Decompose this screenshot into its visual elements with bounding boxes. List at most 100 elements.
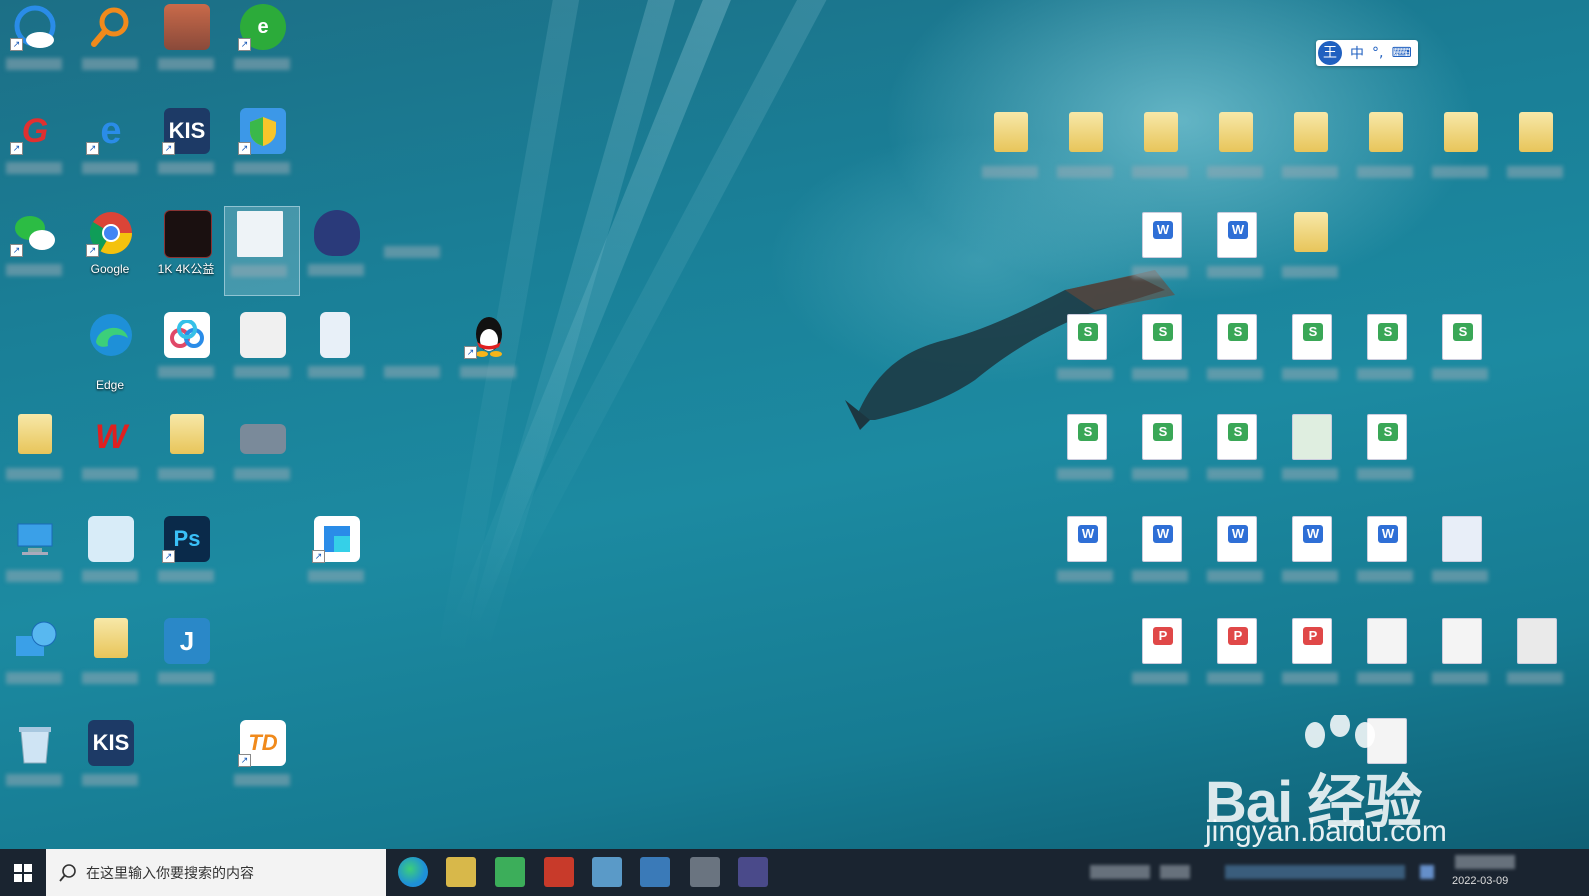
desktop-folder[interactable] [1201,108,1269,204]
desktop-word-doc[interactable]: W [1276,512,1344,608]
desktop-folder[interactable] [76,614,144,710]
control-panel-icon [88,516,134,562]
ime-logo-icon[interactable]: 王 [1318,41,1342,65]
desktop-icon-photoshop[interactable]: Ps ↗ [152,512,220,608]
desktop-icon-edge[interactable]: Edge [76,308,144,404]
ime-mode-toggle[interactable]: 中 [1350,43,1364,63]
desktop-icon-wechat[interactable]: ↗ [0,206,68,302]
blurred-label [1132,266,1188,278]
desktop-folder[interactable] [1426,108,1494,204]
desktop-image-file[interactable] [1276,410,1344,506]
desktop-pdf[interactable]: P [1201,614,1269,710]
desktop-icon-baidu-netdisk[interactable] [152,308,220,404]
ime-punct-toggle[interactable]: °, [1372,45,1383,61]
desktop-icon-network[interactable] [0,614,68,710]
desktop-spreadsheet[interactable]: S [1201,410,1269,506]
blurred-label [1057,468,1113,480]
desktop-icon-photo[interactable] [228,410,296,506]
desktop-word-doc[interactable]: W [1126,512,1194,608]
desktop-icon-spreadsheet-thumb[interactable] [228,308,296,404]
desktop-pdf[interactable]: P [1126,614,1194,710]
desktop-folder[interactable] [0,410,68,506]
taskbar-app-icon[interactable] [495,857,525,887]
desktop-icon-this-pc[interactable] [0,512,68,608]
desktop-icon-chrome[interactable]: ↗ Google [76,206,144,302]
clock-date[interactable]: 2022-03-09 [1452,875,1508,887]
desktop-spreadsheet[interactable]: S [1351,410,1419,506]
desktop-icon-red-g-app[interactable]: G ↗ [0,104,68,200]
desktop-pdf[interactable]: P [1276,614,1344,710]
desktop-spreadsheet[interactable]: S [1351,310,1419,406]
start-button[interactable] [0,849,46,896]
desktop-icon-selected-doc[interactable] [224,206,300,296]
desktop-word-doc[interactable]: W [1201,208,1269,304]
desktop-icon-hidden-app[interactable] [378,308,446,404]
taskbar-app-icon[interactable] [690,857,720,887]
desktop-icon-qq[interactable]: ↗ [454,308,522,404]
blurred-label [158,366,214,378]
desktop-word-doc[interactable]: W [1051,512,1119,608]
desktop-folder[interactable] [1051,108,1119,204]
desktop-icon-video-site[interactable]: 1K 4K公益 [152,206,220,302]
desktop-folder[interactable] [1501,108,1569,204]
desktop-folder[interactable] [976,108,1044,204]
desktop-icon-search-tool[interactable] [76,0,144,96]
tray-icons[interactable] [1160,865,1190,879]
taskbar-app-icon[interactable] [640,857,670,887]
desktop-word-doc[interactable]: W [1201,512,1269,608]
pdf-icon: P [1292,618,1332,664]
desktop-icon-ie-browser[interactable]: e ↗ [228,0,296,96]
taskbar-search-box[interactable]: 在这里输入你要搜索的内容 [46,849,386,896]
desktop-spreadsheet[interactable]: S [1426,310,1494,406]
blurred-label [1432,368,1488,380]
taskbar-app-icon[interactable] [738,857,768,887]
desktop-spreadsheet[interactable]: S [1126,410,1194,506]
desktop-icon-kis-2[interactable]: KIS [76,716,144,812]
desktop-spreadsheet[interactable]: S [1201,310,1269,406]
desktop-folder[interactable] [1276,108,1344,204]
desktop-icon-control-panel[interactable] [76,512,144,608]
blurred-label [82,162,138,174]
taskbar-app-icon[interactable] [592,857,622,887]
desktop-word-doc[interactable]: W [1126,208,1194,304]
desktop-icon-id-card[interactable] [302,308,370,404]
tray-icons[interactable] [1225,865,1405,879]
desktop-icon-kis[interactable]: KIS ↗ [152,104,220,200]
spreadsheet-icon: S [1142,314,1182,360]
spreadsheet-icon: S [1367,314,1407,360]
desktop-folder[interactable] [1126,108,1194,204]
blurred-label [1132,570,1188,582]
desktop-folder[interactable] [152,410,220,506]
desktop-folder[interactable] [1276,208,1344,304]
word-doc-icon: W [1217,516,1257,562]
desktop-icon-printer-app[interactable] [152,0,220,96]
desktop-text-file[interactable] [1426,614,1494,710]
desktop-word-doc[interactable]: W [1351,512,1419,608]
tray-icons[interactable] [1420,865,1434,879]
desktop-icon-teamviewer-like[interactable]: ↗ [302,512,370,608]
desktop-doc-file[interactable] [1426,512,1494,608]
desktop-spreadsheet[interactable]: S [1051,410,1119,506]
ime-toolbar[interactable]: 王 中 °, ⌨ [1316,40,1418,66]
keyboard-icon[interactable]: ⌨ [1391,45,1411,61]
desktop-icon-blank-app[interactable] [378,206,446,302]
desktop-icon-cloud-app[interactable]: ↗ [0,0,68,96]
desktop-text-file[interactable] [1501,614,1569,710]
desktop-folder[interactable] [1351,108,1419,204]
blurred-label [1057,570,1113,582]
desktop-icon-recycle-bin[interactable] [0,716,68,812]
desktop-spreadsheet[interactable]: S [1276,310,1344,406]
desktop-spreadsheet[interactable]: S [1126,310,1194,406]
desktop-icon-wps-office[interactable]: W [76,410,144,506]
desktop-icon-emblem[interactable] [302,206,370,302]
taskbar-file-explorer-icon[interactable] [446,857,476,887]
desktop-icon-blue-app[interactable]: J [152,614,220,710]
desktop-text-file[interactable] [1351,614,1419,710]
desktop-spreadsheet[interactable]: S [1051,310,1119,406]
desktop-icon-internet-explorer[interactable]: e ↗ [76,104,144,200]
desktop-icon-td-app[interactable]: TD ↗ [228,716,296,812]
taskbar-edge-icon[interactable] [398,857,428,887]
desktop-icon-security[interactable]: ↗ [228,104,296,200]
tray-icons[interactable] [1090,865,1150,879]
taskbar-app-icon[interactable] [544,857,574,887]
